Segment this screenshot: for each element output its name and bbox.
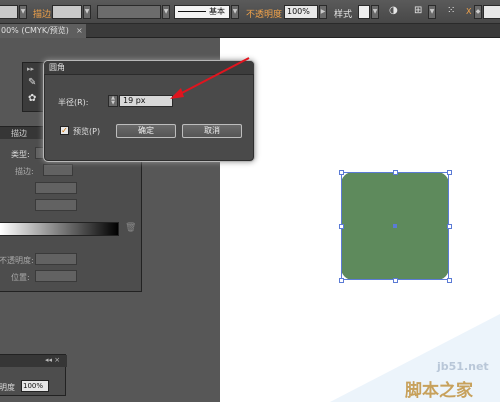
arrow-shaft	[175, 57, 250, 97]
watermark-site: jb51.net	[437, 360, 489, 373]
arrow-head	[170, 88, 184, 99]
watermark-brand: 脚本之家	[405, 381, 473, 401]
